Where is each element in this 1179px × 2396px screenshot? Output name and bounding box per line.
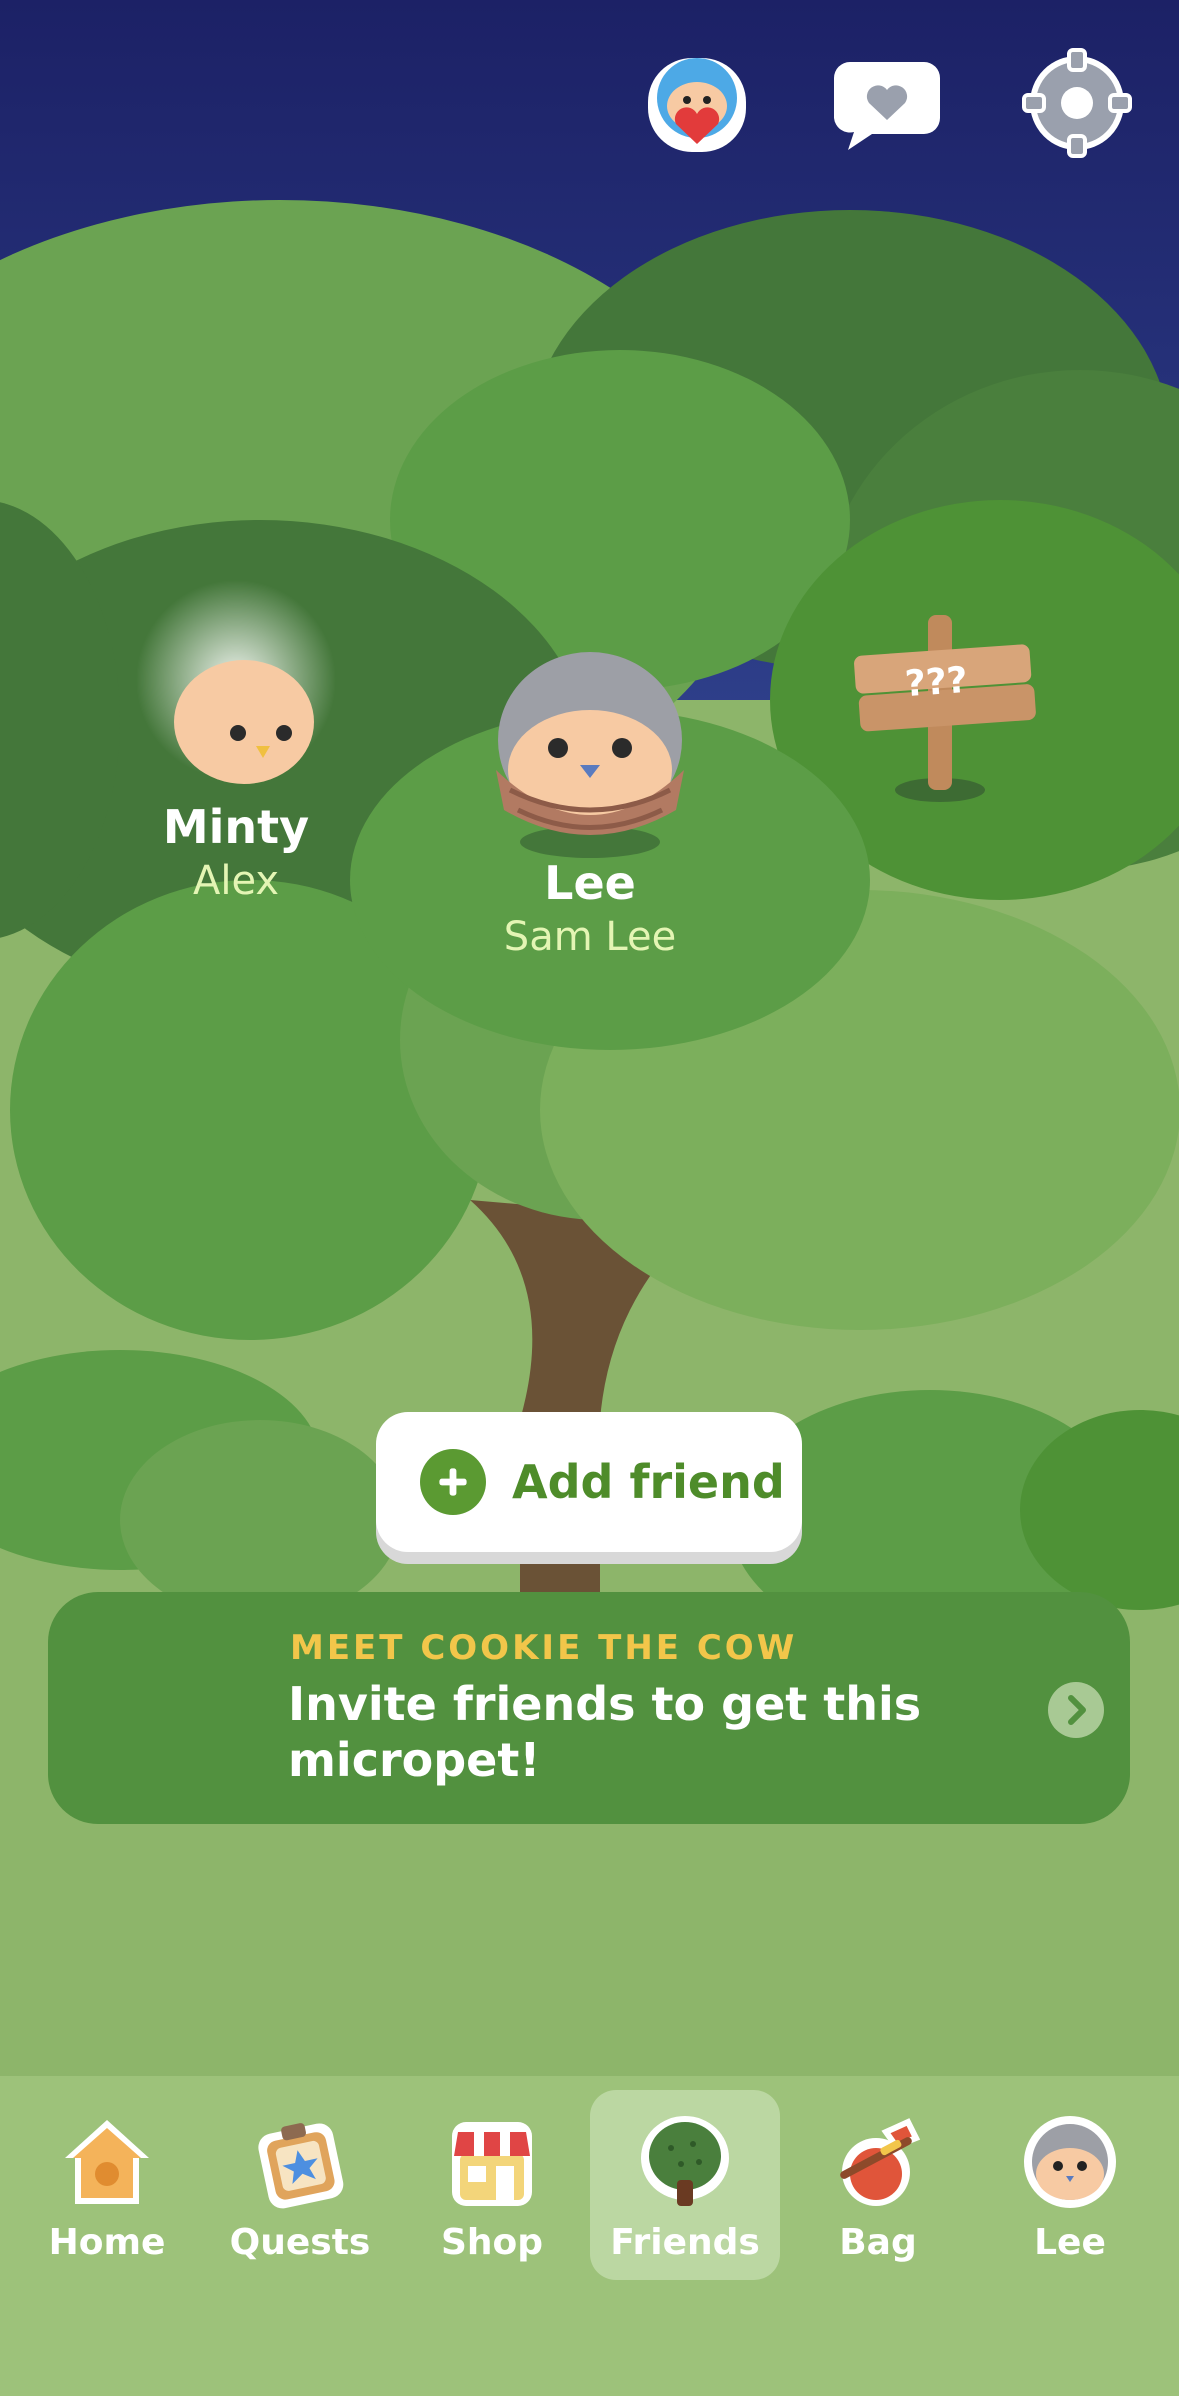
quest-board-icon (258, 2123, 344, 2209)
settings-button[interactable] (1022, 48, 1132, 158)
nav-item-quests[interactable]: Quests (205, 2090, 395, 2280)
bottom-nav: Home Quests Shop Friends Bag Lee (0, 2076, 1179, 2396)
friend-pet-name: Lee (544, 856, 636, 910)
friend-lee[interactable]: Lee Sam Lee (470, 640, 710, 970)
promo-body: Invite friends to get this micropet! (288, 1677, 922, 1787)
friend-minty[interactable]: Minty Alex (126, 600, 346, 920)
nav-item-profile[interactable]: Lee (975, 2090, 1165, 2280)
tree-scene-background (0, 0, 1179, 2396)
birdhouse-icon (65, 2120, 149, 2204)
nav-item-home[interactable]: Home (12, 2090, 202, 2280)
nav-label: Home (48, 2222, 166, 2263)
nav-item-bag[interactable]: Bag (783, 2090, 973, 2280)
nav-label: Friends (610, 2222, 760, 2263)
plus-icon (420, 1449, 486, 1515)
chat-button[interactable] (832, 48, 942, 158)
signpost-label: ??? (903, 659, 970, 706)
cow-icon (102, 1642, 242, 1782)
friend-owner-name: Alex (192, 858, 280, 904)
bag-icon (840, 2118, 921, 2206)
nav-label: Quests (229, 2222, 371, 2263)
add-friend-button[interactable]: Add friend (376, 1412, 802, 1552)
chevron-right-icon[interactable] (1048, 1682, 1104, 1738)
mascot-heart-icon (648, 58, 746, 152)
shop-icon (452, 2122, 532, 2206)
nav-item-friends[interactable]: Friends (590, 2090, 780, 2280)
promo-kicker: MEET COOKIE THE COW (290, 1628, 798, 1668)
gear-icon (1022, 48, 1132, 158)
mystery-signpost[interactable]: ??? (850, 610, 1040, 800)
add-friend-label: Add friend (512, 1455, 785, 1509)
avatar-icon (1024, 2116, 1116, 2208)
nav-label: Shop (440, 2222, 544, 2263)
chat-heart-icon (834, 62, 940, 150)
nav-label: Bag (839, 2222, 917, 2263)
friend-owner-name: Sam Lee (503, 914, 677, 960)
invite-promo-card[interactable]: MEET COOKIE THE COW Invite friends to ge… (48, 1592, 1130, 1824)
tree-icon (641, 2116, 729, 2206)
nav-item-shop[interactable]: Shop (397, 2090, 587, 2280)
mascot-heart-button[interactable] (642, 48, 752, 158)
nav-label: Lee (1034, 2222, 1106, 2263)
friend-pet-name: Minty (162, 800, 310, 854)
